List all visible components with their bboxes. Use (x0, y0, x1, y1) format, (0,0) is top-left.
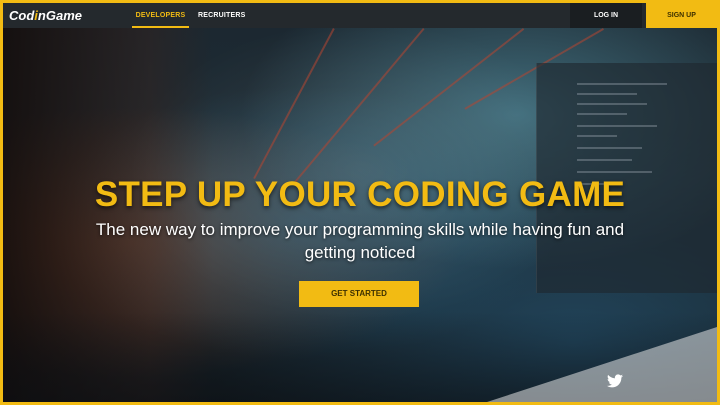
hero-beam (294, 28, 425, 183)
nav-developers[interactable]: DEVELOPERS (132, 3, 189, 28)
get-started-button[interactable]: GET STARTED (299, 281, 419, 307)
hero-beam (253, 28, 335, 180)
hero-corner-triangle (487, 327, 717, 402)
top-navbar: CodinGame DEVELOPERS RECRUITERS LOG IN S… (3, 3, 717, 28)
login-button[interactable]: LOG IN (570, 3, 642, 28)
page-frame: CodinGame DEVELOPERS RECRUITERS LOG IN S… (0, 0, 720, 405)
signup-button[interactable]: SIGN UP (646, 3, 717, 28)
codingame-logo[interactable]: CodinGame (9, 6, 82, 25)
twitter-icon[interactable] (607, 374, 623, 388)
hero-headline: STEP UP YOUR CODING GAME (94, 175, 626, 214)
nav-recruiters[interactable]: RECRUITERS (198, 3, 246, 28)
hero-subtitle: The new way to improve your programming … (95, 220, 625, 262)
